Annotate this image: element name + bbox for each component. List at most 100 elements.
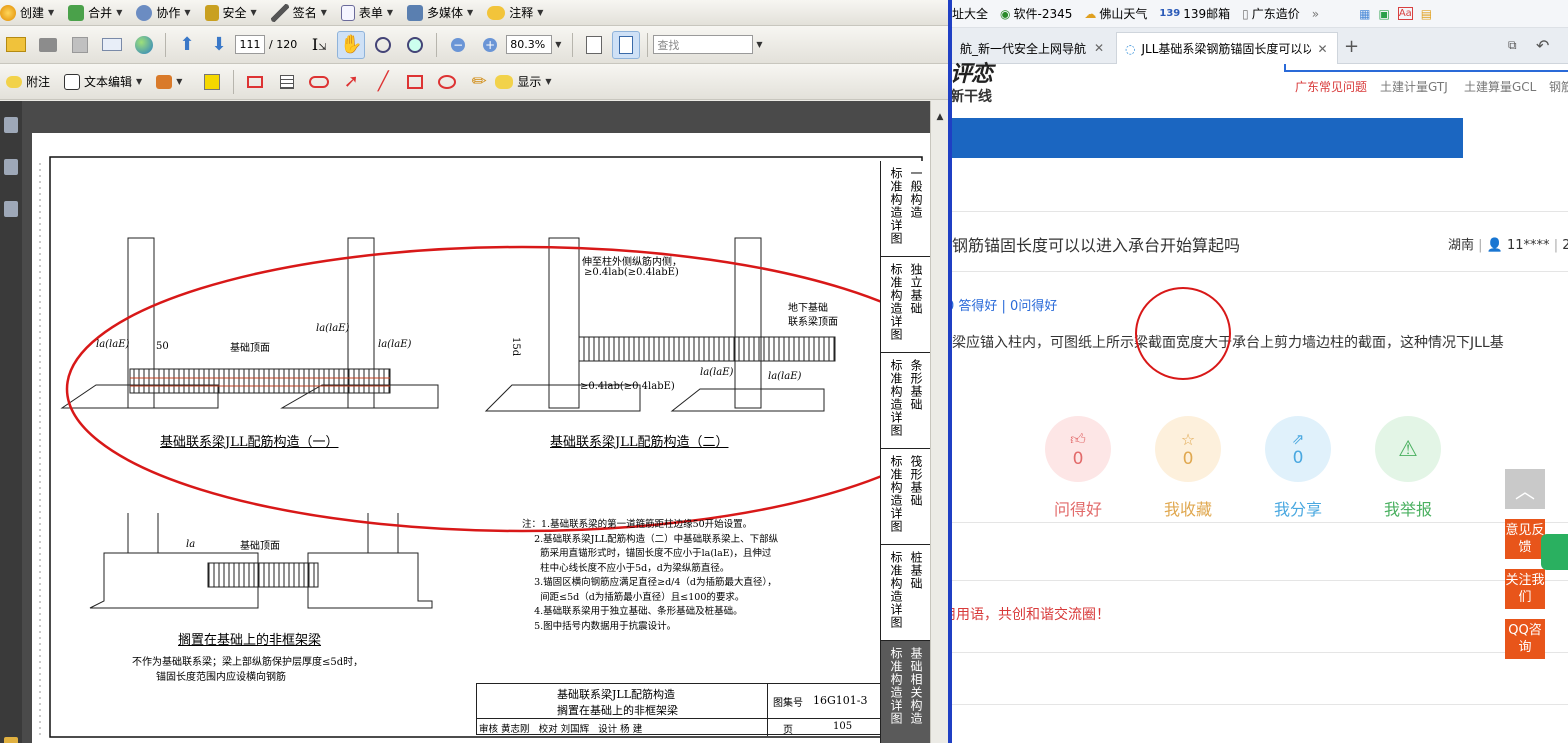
print-button[interactable]: [34, 31, 62, 59]
extension-icon[interactable]: ▤: [1421, 7, 1432, 21]
next-page-button[interactable]: ⬇: [205, 31, 233, 59]
cloud-button[interactable]: [305, 68, 333, 96]
zoom-dropdown-icon[interactable]: ▼: [555, 40, 561, 49]
asker-username[interactable]: 11****: [1507, 238, 1550, 253]
callout-button[interactable]: [241, 68, 269, 96]
reader-icon[interactable]: ▣: [1378, 7, 1389, 21]
menu-combine[interactable]: 合并 ▼: [68, 4, 122, 21]
prev-page-button[interactable]: ⬆: [173, 31, 201, 59]
web-button[interactable]: [130, 31, 158, 59]
vertical-scrollbar[interactable]: ▲: [930, 101, 948, 743]
qq-consult-button[interactable]: QQ咨询: [1505, 619, 1545, 659]
favorites-bar: 址大全 ◉ 软件-2345 ☁ 佛山天气 139 139邮箱 ▯ 广东造价 » ▦ ▣ …: [952, 0, 1568, 28]
stamp-button[interactable]: ▼: [156, 74, 182, 89]
menu-create[interactable]: 创建 ▼: [0, 4, 54, 21]
restore-tab-icon[interactable]: ⧉: [1508, 38, 1517, 53]
menu-comment[interactable]: 注释 ▼: [487, 4, 543, 21]
more-favorites-icon[interactable]: »: [1312, 7, 1319, 21]
share-icon: ⇗: [1291, 430, 1305, 448]
attach-note-button[interactable]: 附注: [6, 73, 50, 90]
tab-pile-foundation[interactable]: 标准构造详图 桩基础: [881, 545, 932, 641]
favorite-button[interactable]: ☆ 0: [1155, 416, 1221, 482]
bookmarks-panel-icon[interactable]: [4, 159, 18, 175]
select-tool-button[interactable]: I⇲: [305, 31, 333, 59]
favorite-label: 软件-2345: [1013, 7, 1073, 21]
tab-raft-foundation[interactable]: 标准构造详图 筏形基础: [881, 449, 932, 545]
drawing-3-title: 搁置在基础上的非框架梁: [178, 633, 322, 648]
text-edit-button[interactable]: 文本编辑 ▼: [64, 73, 142, 90]
translate-icon[interactable]: Aa: [1397, 7, 1413, 20]
show-menu-button[interactable]: 显示 ▼: [495, 73, 552, 90]
open-button[interactable]: [2, 31, 30, 59]
favorite-count: 0: [1182, 448, 1194, 469]
back-to-top-button[interactable]: ︿: [1505, 469, 1545, 509]
zoom-out-button[interactable]: −: [444, 31, 472, 59]
menu-security[interactable]: 安全 ▼: [204, 4, 257, 21]
text-box-button[interactable]: [198, 68, 226, 96]
search-input[interactable]: 查找: [653, 35, 754, 54]
site-logo[interactable]: 评恋 新干线: [952, 56, 993, 106]
label-la-short: la: [186, 539, 196, 550]
like-question-button[interactable]: 👍︎ 0: [1045, 416, 1111, 482]
fit-page-button[interactable]: [612, 30, 641, 59]
apps-icon[interactable]: ▦: [1359, 7, 1370, 21]
nav-link-gcl[interactable]: 土建算量GCL: [1464, 78, 1536, 95]
stamp-icon: [156, 74, 173, 89]
ellipse-tool-button[interactable]: [433, 68, 461, 96]
menu-form[interactable]: 表单 ▼: [340, 4, 393, 21]
scroll-up-icon[interactable]: ▲: [932, 109, 948, 125]
line-tool-button[interactable]: ╱: [369, 68, 397, 96]
hand-tool-button[interactable]: ✋: [337, 30, 366, 59]
tab-general[interactable]: 标准构造详图 一般构造: [881, 161, 932, 257]
search-dropdown-icon[interactable]: ▼: [756, 40, 762, 49]
follow-us-button[interactable]: 关注我们: [1505, 569, 1545, 609]
tab-isolated-foundation[interactable]: 标准构造详图 独立基础: [881, 257, 932, 353]
close-icon[interactable]: ✕: [1317, 42, 1327, 56]
report-button[interactable]: ⚠: [1375, 416, 1441, 482]
favorite-link[interactable]: ◉ 软件-2345: [1000, 5, 1072, 22]
menu-collaborate[interactable]: 协作 ▼: [136, 4, 191, 21]
tab-active-question[interactable]: ◌ JLL基础系梁钢筋锚固长度可以以 ✕: [1116, 32, 1338, 64]
new-tab-icon[interactable]: +: [1344, 36, 1359, 57]
pages-panel-icon[interactable]: [4, 117, 18, 133]
close-icon[interactable]: ✕: [1094, 41, 1104, 55]
email-button[interactable]: [98, 31, 126, 59]
report-label[interactable]: 我举报: [1358, 496, 1458, 520]
textbox-plain-button[interactable]: [273, 68, 301, 96]
rectangle-tool-button[interactable]: [401, 68, 429, 96]
tab-strip-foundation[interactable]: 标准构造详图 条形基础: [881, 353, 932, 449]
nav-link-gtj[interactable]: 土建计量GTJ: [1380, 78, 1448, 95]
share-label[interactable]: 我分享: [1248, 496, 1348, 520]
tab-related-structure[interactable]: 标准构造详图 基础相关构造: [881, 641, 932, 743]
nav-link-guangdong-faq[interactable]: 广东常见问题: [1295, 78, 1367, 95]
like-label[interactable]: 问得好: [1028, 496, 1128, 520]
save-button[interactable]: [66, 31, 94, 59]
asker-date: 20: [1562, 238, 1568, 253]
dynamic-zoom-button[interactable]: [401, 31, 429, 59]
feedback-button[interactable]: 意见反馈: [1505, 519, 1545, 559]
favorite-link[interactable]: ☁ 佛山天气: [1084, 5, 1147, 22]
favorite-link[interactable]: 址大全: [952, 5, 988, 22]
favorite-link[interactable]: 139 139邮箱: [1159, 5, 1230, 22]
marquee-zoom-button[interactable]: [369, 31, 397, 59]
pencil-tool-button[interactable]: ✏: [465, 68, 493, 96]
fit-width-button[interactable]: [580, 31, 608, 59]
green-side-tab[interactable]: [1541, 534, 1568, 570]
share-button[interactable]: ⇗ 0: [1265, 416, 1331, 482]
page-number-input[interactable]: 111: [235, 35, 265, 54]
warning-icon: ⚠: [1398, 436, 1418, 462]
combine-icon: [68, 4, 85, 21]
undo-icon[interactable]: ↶: [1536, 36, 1549, 55]
atlas-number: 16G101-3: [813, 694, 868, 707]
menu-sign[interactable]: 签名 ▼: [270, 3, 327, 22]
arrow-tool-button[interactable]: ➚: [337, 68, 365, 96]
nav-link-rebar[interactable]: 钢筋: [1549, 78, 1568, 95]
zoom-in-button[interactable]: +: [476, 31, 504, 59]
zoom-input[interactable]: 80.3%: [506, 35, 553, 54]
signatures-panel-icon[interactable]: [4, 201, 18, 217]
favorite-label[interactable]: 我收藏: [1138, 496, 1238, 520]
pdf-document-area[interactable]: 基础联系梁JLL配筋构造（一） 基础联系梁JLL配筋构造（二） 搁置在基础上的非…: [22, 101, 932, 743]
menu-multimedia[interactable]: 多媒体 ▼: [407, 4, 473, 21]
attachment-icon[interactable]: [4, 737, 18, 743]
favorite-link[interactable]: ▯ 广东造价: [1242, 5, 1300, 22]
